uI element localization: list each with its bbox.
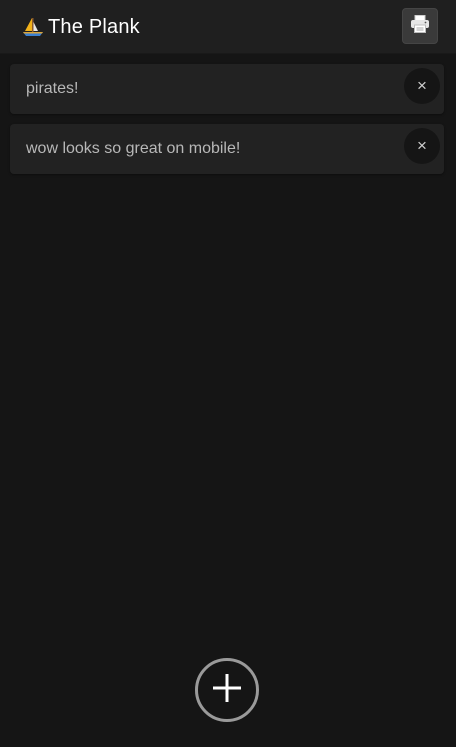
print-button[interactable] [402, 8, 438, 44]
add-note-button[interactable] [195, 658, 259, 722]
close-icon: × [417, 136, 427, 155]
delete-note-button[interactable]: × [404, 68, 440, 104]
app-header: The Plank [0, 0, 456, 54]
printer-icon [410, 14, 430, 38]
notes-list: pirates! × wow looks so great on mobile!… [0, 54, 456, 174]
note-card[interactable]: pirates! × [10, 64, 444, 114]
note-card[interactable]: wow looks so great on mobile! × [10, 124, 444, 174]
note-text: wow looks so great on mobile! [26, 140, 241, 157]
sailboat-icon [22, 16, 44, 38]
note-text: pirates! [26, 80, 79, 97]
plus-icon [212, 673, 242, 708]
delete-note-button[interactable]: × [404, 128, 440, 164]
app-title: The Plank [48, 15, 140, 38]
app-root: The Plank pirates! × wow looks so great … [0, 0, 456, 747]
close-icon: × [417, 76, 427, 95]
brand[interactable]: The Plank [22, 16, 140, 38]
